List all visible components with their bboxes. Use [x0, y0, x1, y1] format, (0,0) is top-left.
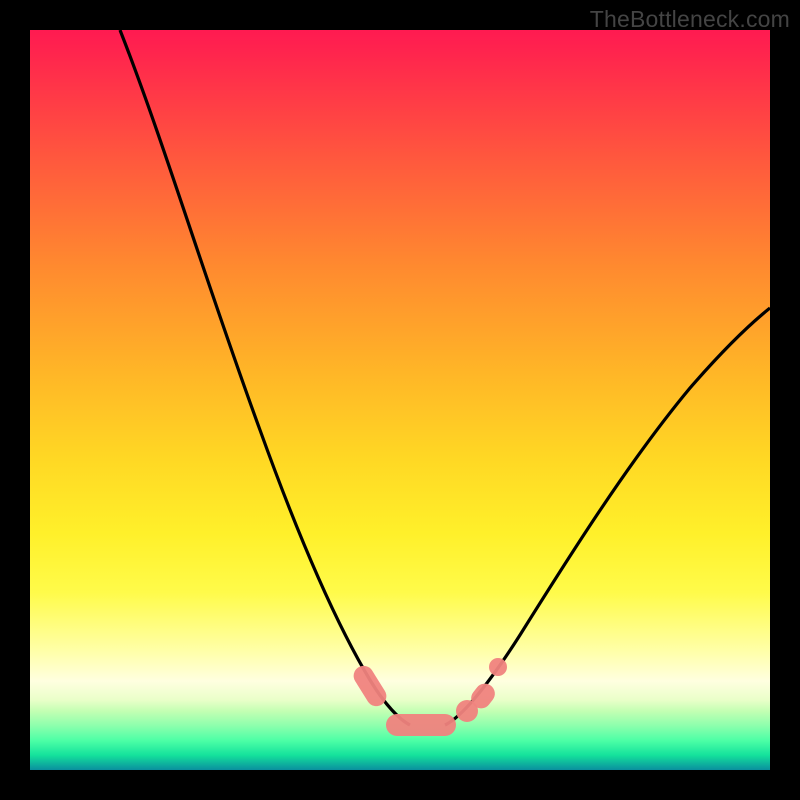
attribution-text: TheBottleneck.com	[590, 6, 790, 33]
highlight-dot-2	[489, 658, 507, 676]
chart-frame: TheBottleneck.com	[0, 0, 800, 800]
highlight-segment-2	[386, 714, 456, 736]
plot-area	[30, 30, 770, 770]
curve-layer	[30, 30, 770, 770]
left-branch	[120, 30, 410, 725]
